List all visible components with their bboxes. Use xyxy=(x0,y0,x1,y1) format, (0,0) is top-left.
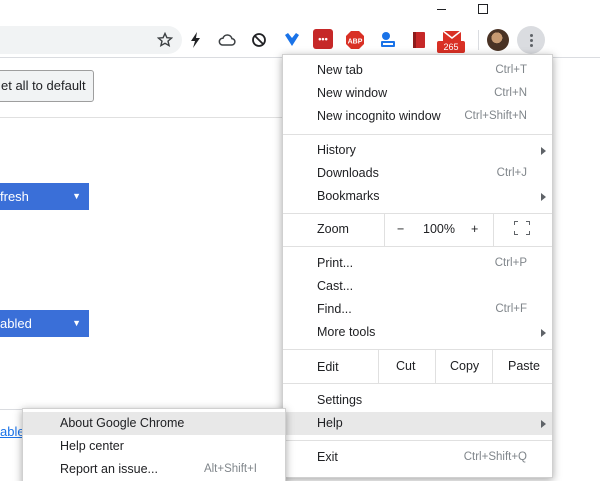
submenu-arrow-icon xyxy=(541,420,546,428)
menu-item-new-window[interactable]: New window Ctrl+N xyxy=(283,82,552,105)
menu-item-shortcut: Ctrl+T xyxy=(495,64,527,76)
kebab-dot-icon xyxy=(529,38,533,42)
menu-item-help[interactable]: Help xyxy=(283,412,552,435)
menu-item-settings[interactable]: Settings xyxy=(283,389,552,412)
menu-separator xyxy=(283,440,552,441)
page-divider xyxy=(0,117,284,118)
mail-count-badge: 265 xyxy=(437,41,465,53)
submenu-item-label: Help center xyxy=(60,439,124,453)
menu-item-print[interactable]: Print... Ctrl+P xyxy=(283,252,552,275)
submenu-arrow-icon xyxy=(541,147,546,155)
menu-item-history[interactable]: History xyxy=(283,139,552,162)
submenu-item-help-center[interactable]: Help center xyxy=(23,435,285,458)
kebab-dot-icon xyxy=(529,43,533,47)
submenu-item-label: Report an issue... xyxy=(60,462,158,476)
bolt-icon[interactable] xyxy=(184,28,208,52)
menu-item-more-tools[interactable]: More tools xyxy=(283,321,552,344)
menu-item-label: Exit xyxy=(317,450,338,464)
zoom-in-button[interactable]: + xyxy=(471,218,478,241)
menu-item-label: Cast... xyxy=(317,279,354,293)
edit-divider xyxy=(492,350,493,383)
flag-select-2-label: abled xyxy=(0,316,32,331)
menu-item-shortcut: Ctrl+Shift+N xyxy=(464,110,527,122)
submenu-item-label: About Google Chrome xyxy=(60,416,185,430)
menu-item-shortcut: Ctrl+J xyxy=(496,167,527,179)
submenu-arrow-icon xyxy=(541,329,546,337)
menu-item-label: Bookmarks xyxy=(317,189,380,203)
avatar[interactable] xyxy=(487,29,509,51)
menu-item-label: Edit xyxy=(317,360,339,374)
edit-divider xyxy=(435,350,436,383)
menu-item-label: Help xyxy=(317,416,343,430)
menu-item-new-incognito[interactable]: New incognito window Ctrl+Shift+N xyxy=(283,105,552,128)
flag-select-1[interactable]: fresh ▼ xyxy=(0,183,89,210)
submenu-item-shortcut: Alt+Shift+I xyxy=(203,463,257,475)
bookmark-red-icon[interactable] xyxy=(407,28,431,52)
chrome-menu-button[interactable] xyxy=(517,26,545,54)
menu-item-label: Find... xyxy=(317,302,352,316)
menu-item-shortcut: Ctrl+F xyxy=(495,303,527,315)
menu-item-label: Zoom xyxy=(317,222,349,236)
heart-shield-icon[interactable] xyxy=(280,28,304,52)
ellipsis-extension-icon[interactable]: ••• xyxy=(313,29,333,49)
paste-button[interactable]: Paste xyxy=(508,355,540,378)
menu-item-label: Print... xyxy=(317,256,354,270)
menu-item-exit[interactable]: Exit Ctrl+Shift+Q xyxy=(283,446,552,469)
fullscreen-icon[interactable] xyxy=(514,221,530,235)
menu-item-find[interactable]: Find... Ctrl+F xyxy=(283,298,552,321)
menu-separator xyxy=(283,134,552,135)
submenu-arrow-icon xyxy=(541,193,546,201)
menu-item-cast[interactable]: Cast... xyxy=(283,275,552,298)
menu-separator xyxy=(283,383,552,384)
menu-item-label: History xyxy=(317,143,356,157)
maximize-button[interactable] xyxy=(460,0,506,18)
abp-text: ABP xyxy=(348,39,363,46)
menu-item-new-tab[interactable]: New tab Ctrl+T xyxy=(283,59,552,82)
flag-select-2[interactable]: abled ▼ xyxy=(0,310,89,337)
menu-item-bookmarks[interactable]: Bookmarks xyxy=(283,185,552,208)
menu-item-shortcut: Ctrl+P xyxy=(494,257,527,269)
menu-item-label: New window xyxy=(317,86,388,100)
zoom-out-button[interactable]: − xyxy=(397,218,404,241)
edit-divider xyxy=(378,350,379,383)
chrome-main-menu: New tab Ctrl+T New window Ctrl+N New inc… xyxy=(282,54,553,478)
menu-separator xyxy=(283,349,552,350)
menu-item-label: More tools xyxy=(317,325,376,339)
zoom-divider xyxy=(384,214,385,246)
a-translate-icon[interactable] xyxy=(376,28,400,52)
page-divider xyxy=(0,409,22,410)
menu-item-downloads[interactable]: Downloads Ctrl+J xyxy=(283,162,552,185)
flag-link[interactable]: able xyxy=(0,424,25,439)
minimize-button[interactable] xyxy=(418,0,464,18)
dropdown-caret-icon: ▼ xyxy=(72,191,81,201)
menu-item-label: Downloads xyxy=(317,166,379,180)
dropdown-caret-icon: ▼ xyxy=(72,318,81,328)
cut-button[interactable]: Cut xyxy=(396,355,415,378)
block-icon[interactable] xyxy=(247,28,271,52)
zoom-level: 100% xyxy=(423,222,455,236)
abp-icon[interactable]: ABP xyxy=(343,28,367,52)
zoom-divider xyxy=(493,214,494,246)
help-submenu: About Google Chrome Help center Report a… xyxy=(22,408,286,481)
cloud-icon[interactable] xyxy=(215,28,239,52)
menu-item-label: New tab xyxy=(317,63,363,77)
kebab-dot-icon xyxy=(529,33,533,37)
reset-all-button[interactable]: et all to default xyxy=(0,70,94,102)
window-title-bar xyxy=(0,0,600,22)
submenu-item-report-issue[interactable]: Report an issue... Alt+Shift+I xyxy=(23,458,285,481)
menu-item-shortcut: Ctrl+Shift+Q xyxy=(463,451,527,463)
copy-button[interactable]: Copy xyxy=(450,355,479,378)
menu-separator xyxy=(283,213,552,214)
menu-item-shortcut: Ctrl+N xyxy=(494,87,527,99)
menu-separator xyxy=(283,246,552,247)
flag-select-1-label: fresh xyxy=(0,189,29,204)
menu-item-label: New incognito window xyxy=(317,109,441,123)
bookmark-star-icon[interactable] xyxy=(153,28,177,52)
menu-item-zoom: Zoom xyxy=(283,218,552,241)
submenu-item-about[interactable]: About Google Chrome xyxy=(23,412,285,435)
toolbar-separator xyxy=(478,30,479,50)
menu-item-label: Settings xyxy=(317,393,363,407)
